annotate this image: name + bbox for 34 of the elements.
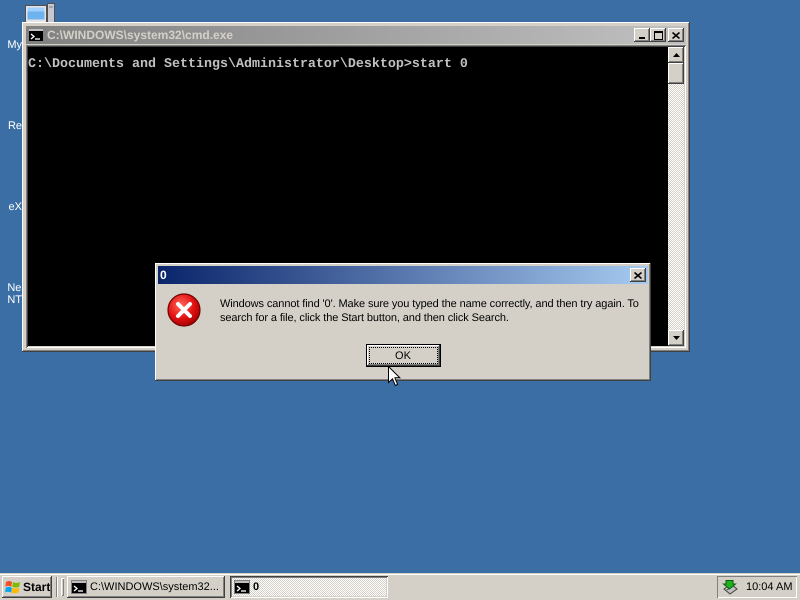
console-icon[interactable] bbox=[28, 28, 44, 42]
vertical-scrollbar[interactable] bbox=[668, 47, 684, 346]
close-button[interactable] bbox=[630, 268, 646, 282]
scroll-thumb[interactable] bbox=[668, 63, 684, 84]
down-arrow-icon bbox=[672, 336, 680, 340]
scroll-up-button[interactable] bbox=[668, 47, 684, 63]
console-icon bbox=[234, 580, 250, 594]
scroll-down-button[interactable] bbox=[668, 330, 684, 346]
ok-button[interactable]: OK bbox=[366, 344, 440, 367]
desktop-icon-label[interactable]: Re bbox=[8, 120, 22, 132]
desktop-icon-label[interactable]: My bbox=[7, 39, 22, 51]
error-icon bbox=[167, 293, 201, 327]
desktop-icon-label[interactable]: Ne NT bbox=[7, 282, 22, 306]
close-button[interactable] bbox=[668, 28, 684, 42]
mouse-pointer-icon bbox=[388, 366, 401, 387]
hardware-icon[interactable] bbox=[722, 580, 738, 594]
computer-icon[interactable] bbox=[24, 2, 56, 22]
console-line: C:\Documents and Settings\Administrator\Desktop>start 0 bbox=[28, 59, 469, 71]
maximize-icon bbox=[654, 30, 662, 40]
minimize-button[interactable] bbox=[634, 28, 650, 42]
close-icon bbox=[672, 32, 680, 38]
window-title: 0 bbox=[160, 268, 167, 282]
flag-icon bbox=[5, 580, 21, 594]
clock: 10:04 AM bbox=[746, 581, 792, 593]
maximize-button[interactable] bbox=[650, 28, 666, 42]
desktop-icon-label[interactable]: eX bbox=[8, 201, 22, 213]
message-text: Windows cannot find '0'. Make sure you typed the name correctly, and then try again. To search for a file, click the Start button, and then click Search. bbox=[220, 297, 640, 325]
taskbar-button[interactable]: 0 bbox=[230, 576, 388, 598]
up-arrow-icon bbox=[672, 53, 680, 57]
window-title: C:\WINDOWS\system32\cmd.exe bbox=[47, 28, 234, 42]
console-icon bbox=[71, 580, 87, 594]
close-icon bbox=[634, 272, 642, 278]
taskbar-button[interactable]: C:\WINDOWS\system32... bbox=[67, 576, 225, 598]
start-button[interactable]: Start bbox=[2, 576, 52, 598]
